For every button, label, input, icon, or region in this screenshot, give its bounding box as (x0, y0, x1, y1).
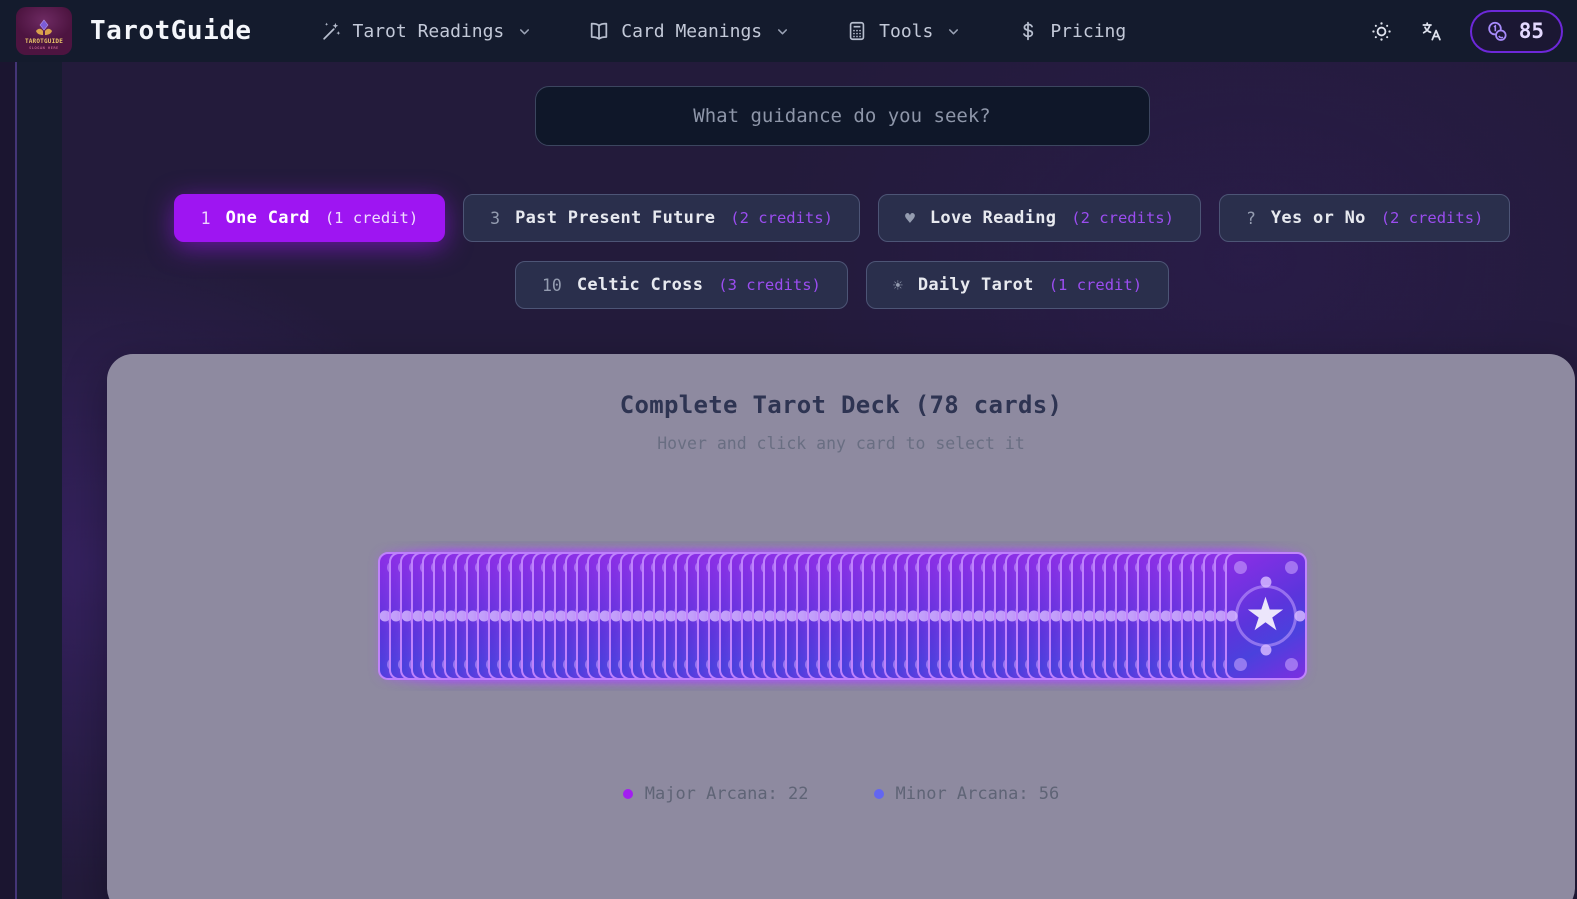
legend-label: Minor Arcana: 56 (896, 784, 1060, 804)
reading-type-daily-tarot[interactable]: ☀ Daily Tarot (1 credit) (866, 261, 1169, 309)
deck-legend: Major Arcana: 22 Minor Arcana: 56 (623, 784, 1060, 804)
chevron-down-icon (775, 24, 790, 39)
reading-type-row-1: 1 One Card (1 credit) 3 Past Present Future (… (107, 194, 1577, 242)
language-button[interactable] (1420, 20, 1443, 43)
reading-type-cost: (1 credit) (1049, 276, 1142, 294)
reading-type-love-reading[interactable]: ♥ Love Reading (2 credits) (878, 194, 1201, 242)
reading-type-yes-or-no[interactable]: ? Yes or No (2 credits) (1219, 194, 1510, 242)
card-corner-dot (1234, 561, 1247, 574)
spread-card-count: 1 (201, 209, 211, 228)
credits-count: 85 (1519, 19, 1544, 43)
deck-title: Complete Tarot Deck (78 cards) (620, 391, 1062, 419)
main-nav: Tarot Readings Card Meanings Tools Pricing (320, 20, 1127, 42)
nav-item-label: Pricing (1050, 21, 1126, 42)
nav-item-label: Card Meanings (621, 21, 762, 42)
main-content: 1 One Card (1 credit) 3 Past Present Future (… (62, 62, 1577, 899)
reading-type-label: Daily Tarot (918, 275, 1034, 295)
reading-type-label: Love Reading (930, 208, 1056, 228)
reading-type-label: Celtic Cross (577, 275, 703, 295)
card-corner-dot (1234, 658, 1247, 671)
book-icon (588, 20, 610, 42)
deck-subtitle: Hover and click any card to select it (657, 434, 1025, 453)
legend-item: Major Arcana: 22 (623, 784, 809, 804)
brand-name[interactable]: TarotGuide (90, 16, 252, 46)
logo-slogan: SLOGAN HERE (29, 46, 59, 50)
guidance-search-input[interactable] (535, 86, 1150, 146)
chevron-down-icon (517, 24, 532, 39)
tarot-deck: ★★★★★★★★★★★★★★★★★★★★★★★★★★★★★★★★★★★★★★★★… (376, 552, 1307, 680)
app-logo[interactable]: TAROTGUIDE SLOGAN HERE (16, 7, 72, 55)
reading-type-cost: (3 credits) (718, 276, 821, 294)
card-ring-dot (1260, 577, 1271, 588)
theme-toggle-button[interactable] (1370, 20, 1393, 43)
legend-dot-icon (623, 789, 633, 799)
reading-type-row-2: 10 Celtic Cross (3 credits) ☀ Daily Tarot (1 … (107, 261, 1577, 309)
nav-item-tools[interactable]: Tools (846, 20, 961, 42)
legend-label: Major Arcana: 22 (645, 784, 809, 804)
logo-title: TAROTGUIDE (25, 38, 63, 46)
card-ring-dot (1294, 611, 1305, 622)
deck-panel: Complete Tarot Deck (78 cards) Hover and… (107, 354, 1575, 899)
chevron-down-icon (946, 24, 961, 39)
star-icon: ★ (1245, 591, 1286, 637)
spread-card-count: 3 (490, 209, 500, 228)
reading-type-cost: (2 credits) (730, 209, 833, 227)
credits-badge[interactable]: 85 (1470, 10, 1563, 53)
reading-type-cost: (1 credit) (325, 209, 418, 227)
spread-card-count: 10 (542, 276, 562, 295)
tarot-hands-icon (34, 19, 54, 37)
left-rail-track (0, 62, 15, 899)
reading-type-label: One Card (226, 208, 310, 228)
question-icon: ? (1246, 209, 1256, 228)
reading-type-label: Yes or No (1271, 208, 1366, 228)
translate-icon (1420, 20, 1443, 43)
tarot-card[interactable]: ★ (1225, 552, 1307, 680)
wand-icon (320, 20, 342, 42)
nav-item-pricing[interactable]: Pricing (1017, 20, 1126, 42)
reading-type-cost: (2 credits) (1381, 209, 1484, 227)
sun-icon: ☀ (893, 276, 903, 295)
dollar-icon (1017, 20, 1039, 42)
nav-item-card-meanings[interactable]: Card Meanings (588, 20, 790, 42)
legend-dot-icon (874, 789, 884, 799)
reading-type-cost: (2 credits) (1071, 209, 1174, 227)
heart-icon: ♥ (905, 209, 915, 228)
left-rail-panel[interactable] (17, 62, 62, 899)
nav-item-tarot-readings[interactable]: Tarot Readings (320, 20, 533, 42)
reading-type-one-card[interactable]: 1 One Card (1 credit) (174, 194, 446, 242)
sun-icon (1370, 20, 1393, 43)
search-wrap (107, 86, 1577, 146)
card-ring-dot (1260, 645, 1271, 656)
calculator-icon (846, 20, 868, 42)
reading-type-label: Past Present Future (515, 208, 715, 228)
card-corner-dot (1285, 561, 1298, 574)
nav-item-label: Tools (879, 21, 933, 42)
legend-item: Minor Arcana: 56 (874, 784, 1060, 804)
nav-item-label: Tarot Readings (353, 21, 505, 42)
reading-type-past-present-future[interactable]: 3 Past Present Future (2 credits) (463, 194, 860, 242)
left-rail (0, 62, 62, 899)
navbar: TAROTGUIDE SLOGAN HERE TarotGuide Tarot … (0, 0, 1577, 62)
reading-type-celtic-cross[interactable]: 10 Celtic Cross (3 credits) (515, 261, 848, 309)
card-corner-dot (1285, 658, 1298, 671)
card-ring-dot (1226, 611, 1237, 622)
navbar-actions: 85 (1370, 10, 1563, 53)
coins-icon (1485, 19, 1510, 44)
